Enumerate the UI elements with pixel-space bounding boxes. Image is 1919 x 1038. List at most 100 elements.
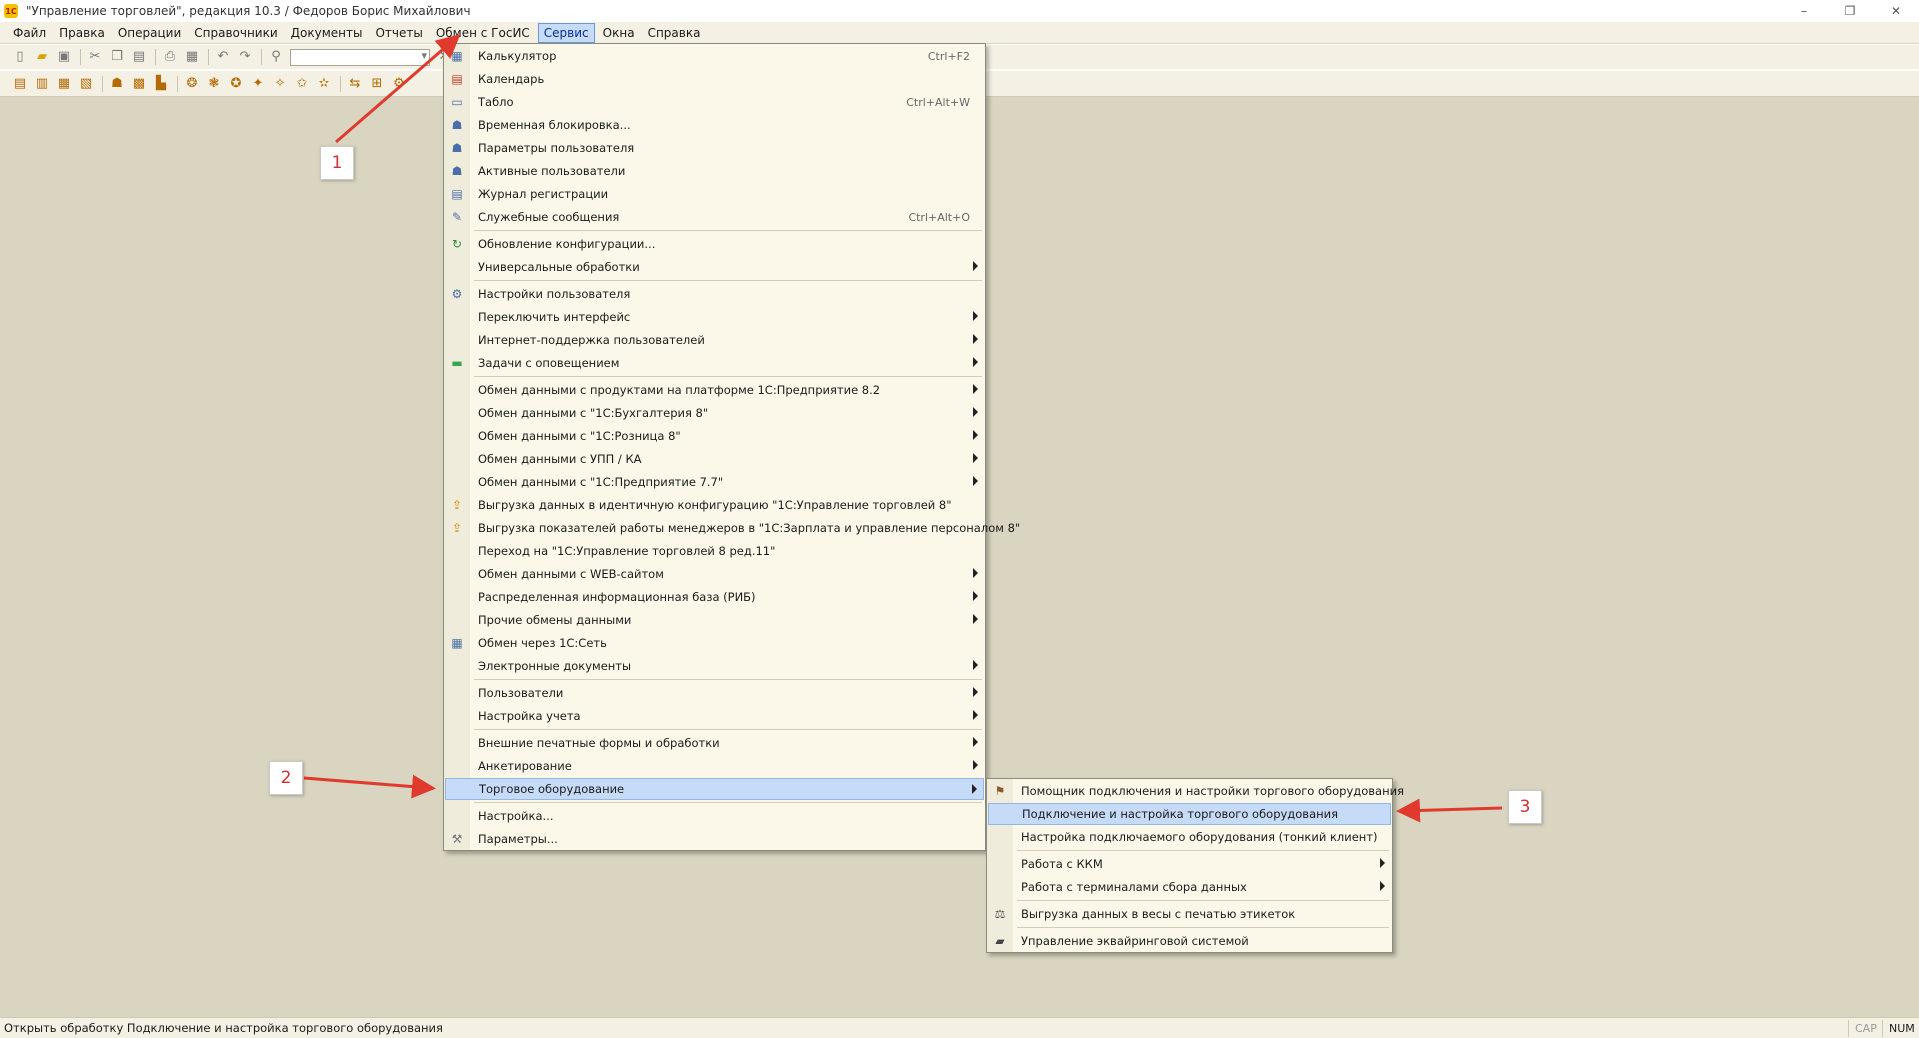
menu-item-config-update[interactable]: ↻ Обновление конфигурации... <box>445 233 984 255</box>
menu-item-temporary-lock[interactable]: ☗ Временная блокировка... <box>445 114 984 136</box>
menu-item-notification-tasks[interactable]: ▬ Задачи с оповещением <box>445 352 984 374</box>
menu-windows[interactable]: Окна <box>598 24 640 42</box>
menu-item-calculator[interactable]: ▦ Калькулятор Ctrl+F2 <box>445 45 984 67</box>
submenu-arrow-icon <box>973 760 978 770</box>
menu-help[interactable]: Справка <box>643 24 706 42</box>
menu-item-data-terminals[interactable]: Работа с терминалами сбора данных <box>988 876 1391 898</box>
menu-operations[interactable]: Операции <box>113 24 186 42</box>
menu-item-thin-client-equipment[interactable]: Настройка подключаемого оборудования (то… <box>988 826 1391 848</box>
menu-item-surveys[interactable]: Анкетирование <box>445 755 984 777</box>
menu-item-export-identical-config[interactable]: ⇪ Выгрузка данных в идентичную конфигурац… <box>445 494 984 516</box>
menu-item-kkm[interactable]: Работа с ККМ <box>988 853 1391 875</box>
submenu-arrow-icon <box>973 334 978 344</box>
callout-step-1: 1 <box>320 146 354 180</box>
copy-icon[interactable]: ❐ <box>109 49 125 65</box>
menu-item-parameters[interactable]: ⚒ Параметры... <box>445 828 984 850</box>
search-icon[interactable]: ⚲ <box>268 49 284 65</box>
menu-item-other-exchanges[interactable]: Прочие обмены данными <box>445 609 984 631</box>
toolbar-divider <box>261 49 262 65</box>
new-document-icon[interactable]: ▯ <box>12 49 28 65</box>
minimize-button[interactable]: – <box>1781 0 1827 22</box>
settings-icon[interactable]: ⚙ <box>391 76 407 92</box>
documents-icon[interactable]: ▥ <box>34 76 50 92</box>
chart-dropdown-icon[interactable]: ▙ <box>153 76 169 92</box>
paste-icon[interactable]: ▤ <box>131 49 147 65</box>
menu-item-calendar[interactable]: ▤ Календарь <box>445 68 984 90</box>
menu-item-accounting-settings[interactable]: Настройка учета <box>445 705 984 727</box>
menu-item-internet-support[interactable]: Интернет-поддержка пользователей <box>445 329 984 351</box>
menu-item-exchange-retail[interactable]: Обмен данными с "1С:Розница 8" <box>445 425 984 447</box>
menu-item-equipment-connection[interactable]: Подключение и настройка торгового оборуд… <box>988 803 1391 825</box>
prices-icon[interactable]: ✪ <box>228 76 244 92</box>
menu-separator <box>474 679 982 680</box>
bank-icon[interactable]: ✩ <box>294 76 310 92</box>
menu-item-exchange-platform-82[interactable]: Обмен данными с продуктами на платформе … <box>445 379 984 401</box>
menu-file[interactable]: Файл <box>8 24 51 42</box>
menu-item-exchange-accounting[interactable]: Обмен данными с "1С:Бухгалтерия 8" <box>445 402 984 424</box>
menu-item-users[interactable]: Пользователи <box>445 682 984 704</box>
menu-item-customize[interactable]: Настройка... <box>445 805 984 827</box>
search-combo-input[interactable] <box>290 48 430 66</box>
redo-icon[interactable]: ↷ <box>237 49 253 65</box>
menu-item-display-board[interactable]: ▭ Табло Ctrl+Alt+W <box>445 91 984 113</box>
menu-item-event-log[interactable]: ▤ Журнал регистрации <box>445 183 984 205</box>
payments-icon[interactable]: ✦ <box>250 76 266 92</box>
menu-item-distributed-ib[interactable]: Распределенная информационная база (РИБ) <box>445 586 984 608</box>
goods-icon[interactable]: ❂ <box>184 76 200 92</box>
cut-icon[interactable]: ✂ <box>87 49 103 65</box>
menu-documents[interactable]: Документы <box>286 24 368 42</box>
warehouse-icon[interactable]: ❃ <box>206 76 222 92</box>
tasks-icon: ▬ <box>451 356 463 370</box>
save-icon[interactable]: ▣ <box>56 49 72 65</box>
menu-item-acquiring[interactable]: ▰ Управление эквайринговой системой <box>988 930 1391 952</box>
money-icon[interactable]: ✫ <box>316 76 332 92</box>
menu-item-export-managers-kpi[interactable]: ⇪ Выгрузка показателей работы менеджеров … <box>445 517 1020 539</box>
menu-item-exchange-upp-ka[interactable]: Обмен данными с УПП / КА <box>445 448 984 470</box>
service-menu: ▦ Калькулятор Ctrl+F2 ▤ Календарь ▭ Табло Ctr… <box>443 43 1020 851</box>
num-lock-indicator: NUM <box>1882 1020 1919 1037</box>
lock-user-icon: ☗ <box>451 118 463 132</box>
menu-item-equipment-wizard[interactable]: ⚑ Помощник подключения и настройки торгов… <box>988 780 1404 802</box>
menu-item-trade-equipment[interactable]: Торговое оборудование <box>445 778 984 800</box>
menu-item-exchange-77[interactable]: Обмен данными с "1С:Предприятие 7.7" <box>445 471 984 493</box>
users-icon[interactable]: ☗ <box>109 76 125 92</box>
menu-item-exchange-website[interactable]: Обмен данными с WEB-сайтом <box>445 563 984 585</box>
invoices-icon[interactable]: ▧ <box>78 76 94 92</box>
menu-gosis-exchange[interactable]: Обмен с ГосИС <box>431 24 535 42</box>
filter-icon[interactable]: ⊞ <box>369 76 385 92</box>
open-folder-icon[interactable]: ▰ <box>34 49 50 65</box>
menu-item-exchange-1c-network[interactable]: ▦ Обмен через 1С:Сеть <box>445 632 984 654</box>
menu-edit[interactable]: Правка <box>54 24 110 42</box>
exchange-icon[interactable]: ⇆ <box>347 76 363 92</box>
menu-item-scales-export[interactable]: ⚖ Выгрузка данных в весы с печатью этикет… <box>988 903 1391 925</box>
submenu-arrow-icon <box>973 614 978 624</box>
print-icon[interactable]: ⎙ <box>162 49 178 65</box>
restore-button[interactable]: ❐ <box>1827 0 1873 22</box>
print-preview-icon[interactable]: ▦ <box>184 49 200 65</box>
menu-item-active-users[interactable]: ☗ Активные пользователи <box>445 160 984 182</box>
scales-icon: ⚖ <box>994 907 1006 921</box>
table-icon[interactable]: ▩ <box>131 76 147 92</box>
menu-service[interactable]: Сервис <box>537 22 595 43</box>
orders-icon[interactable]: ▦ <box>56 76 72 92</box>
caps-lock-indicator: CAP <box>1848 1020 1883 1037</box>
menu-item-user-params[interactable]: ☗ Параметры пользователя <box>445 137 984 159</box>
log-icon: ▤ <box>451 187 463 201</box>
menu-item-universal-processing[interactable]: Универсальные обработки <box>445 256 984 278</box>
cash-icon[interactable]: ✧ <box>272 76 288 92</box>
menu-item-electronic-documents[interactable]: Электронные документы <box>445 655 984 677</box>
menu-reports[interactable]: Отчеты <box>370 24 427 42</box>
menu-item-switch-interface[interactable]: Переключить интерфейс <box>445 306 984 328</box>
menu-item-service-messages[interactable]: ✎ Служебные сообщения Ctrl+Alt+O <box>445 206 984 228</box>
menu-catalogs[interactable]: Справочники <box>189 24 282 42</box>
menu-item-external-print-forms[interactable]: Внешние печатные формы и обработки <box>445 732 984 754</box>
user-params-icon: ☗ <box>451 141 463 155</box>
menu-item-user-settings[interactable]: ⚙ Настройки пользователя <box>445 283 984 305</box>
undo-icon[interactable]: ↶ <box>215 49 231 65</box>
submenu-arrow-icon <box>973 407 978 417</box>
menu-separator <box>474 729 982 730</box>
journal-icon[interactable]: ▤ <box>12 76 28 92</box>
close-button[interactable]: ✕ <box>1873 0 1919 22</box>
main-menubar: Файл Правка Операции Справочники Докумен… <box>0 22 1919 44</box>
menu-item-migrate-ut11[interactable]: Переход на "1С:Управление торговлей 8 ре… <box>445 540 984 562</box>
